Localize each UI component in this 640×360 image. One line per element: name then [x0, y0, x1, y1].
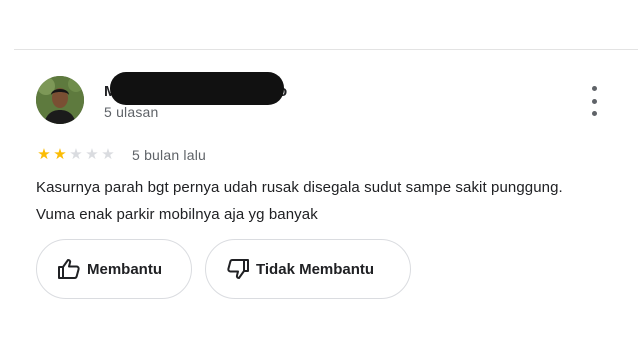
star-empty-icon: ★	[101, 146, 115, 163]
review-date: 5 bulan lalu	[132, 147, 207, 163]
more-vert-icon	[591, 86, 597, 91]
star-filled-icon: ★	[37, 146, 51, 163]
review-text: Kasurnya parah bgt pernya udah rusak dis…	[36, 174, 636, 228]
star-rating: ★ ★ ★ ★ ★	[36, 146, 116, 164]
helpful-button[interactable]: Membantu	[36, 239, 192, 299]
avatar[interactable]	[36, 76, 84, 124]
star-filled-icon: ★	[53, 146, 67, 163]
review-text-line: Vuma enak parkir mobilnya aja yg banyak	[36, 206, 318, 223]
not-helpful-button[interactable]: Tidak Membantu	[205, 239, 411, 299]
star-empty-icon: ★	[69, 146, 83, 163]
more-vert-icon-dot	[591, 111, 597, 116]
thumbs-down-icon	[226, 257, 250, 281]
name-redaction	[110, 72, 284, 105]
more-options-button[interactable]	[582, 86, 606, 116]
helpful-button-label: Membantu	[87, 260, 162, 278]
star-empty-icon: ★	[85, 146, 99, 163]
more-vert-icon-dot	[591, 98, 597, 104]
review-text-line: Kasurnya parah bgt pernya udah rusak dis…	[36, 179, 563, 196]
reviewer-review-count: 5 ulasan	[104, 104, 159, 120]
thumbs-up-icon	[57, 257, 81, 281]
not-helpful-button-label: Tidak Membantu	[256, 260, 375, 278]
review-card: M o 5 ulasan ★★★★★ 5 bulan lalu Kasurnya…	[0, 0, 640, 360]
avatar-photo	[36, 76, 84, 124]
